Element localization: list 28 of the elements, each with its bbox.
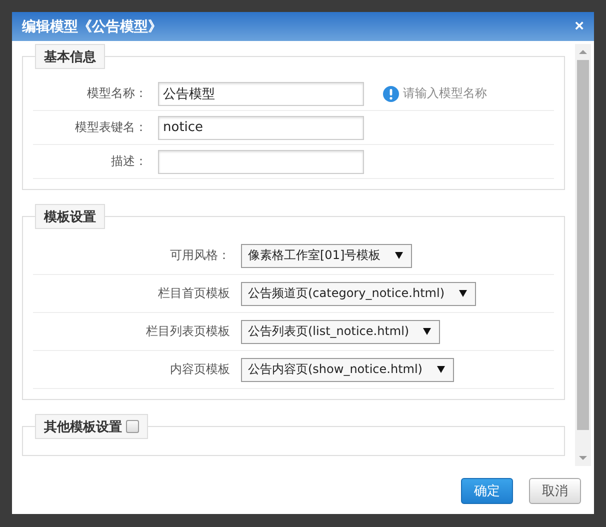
dropdown[interactable]: 公告频道页(category_notice.html) <box>241 282 476 306</box>
field-label: 内容页模板 <box>169 361 231 378</box>
caret-icon <box>458 290 467 297</box>
field-label: 模型表键名： <box>74 119 148 136</box>
cancel-button[interactable]: 取消 <box>529 478 581 504</box>
field-label: 栏目列表页模板 <box>145 323 231 340</box>
close-button[interactable]: × <box>572 18 586 34</box>
scrollbar[interactable] <box>575 44 591 466</box>
caret-icon <box>394 252 403 259</box>
section-title: 模板设置 <box>44 208 96 226</box>
dropdown[interactable]: 像素格工作室[01]号模板 <box>241 244 412 268</box>
checkbox[interactable] <box>126 420 139 433</box>
dialog-title: 编辑模型《公告模型》 <box>22 18 162 36</box>
hint-text: 请输入模型名称 <box>403 85 487 102</box>
field-label: 描述： <box>110 153 148 170</box>
section-title: 基本信息 <box>44 48 96 66</box>
input-field[interactable] <box>158 150 364 174</box>
dropdown[interactable]: 公告内容页(show_notice.html) <box>241 358 454 382</box>
input-field[interactable]: notice <box>158 116 364 140</box>
field-label: 可用风格： <box>169 247 231 264</box>
caret-icon <box>423 328 432 335</box>
section-title: 其他模板设置 <box>44 418 122 436</box>
field-label: 栏目首页模板 <box>157 285 231 302</box>
input-field[interactable]: 公告模型 <box>158 82 364 106</box>
caret-icon <box>436 366 444 373</box>
dropdown[interactable]: 公告列表页(list_notice.html) <box>241 320 440 344</box>
field-label: 模型名称： <box>86 85 148 102</box>
info-icon <box>383 86 399 102</box>
